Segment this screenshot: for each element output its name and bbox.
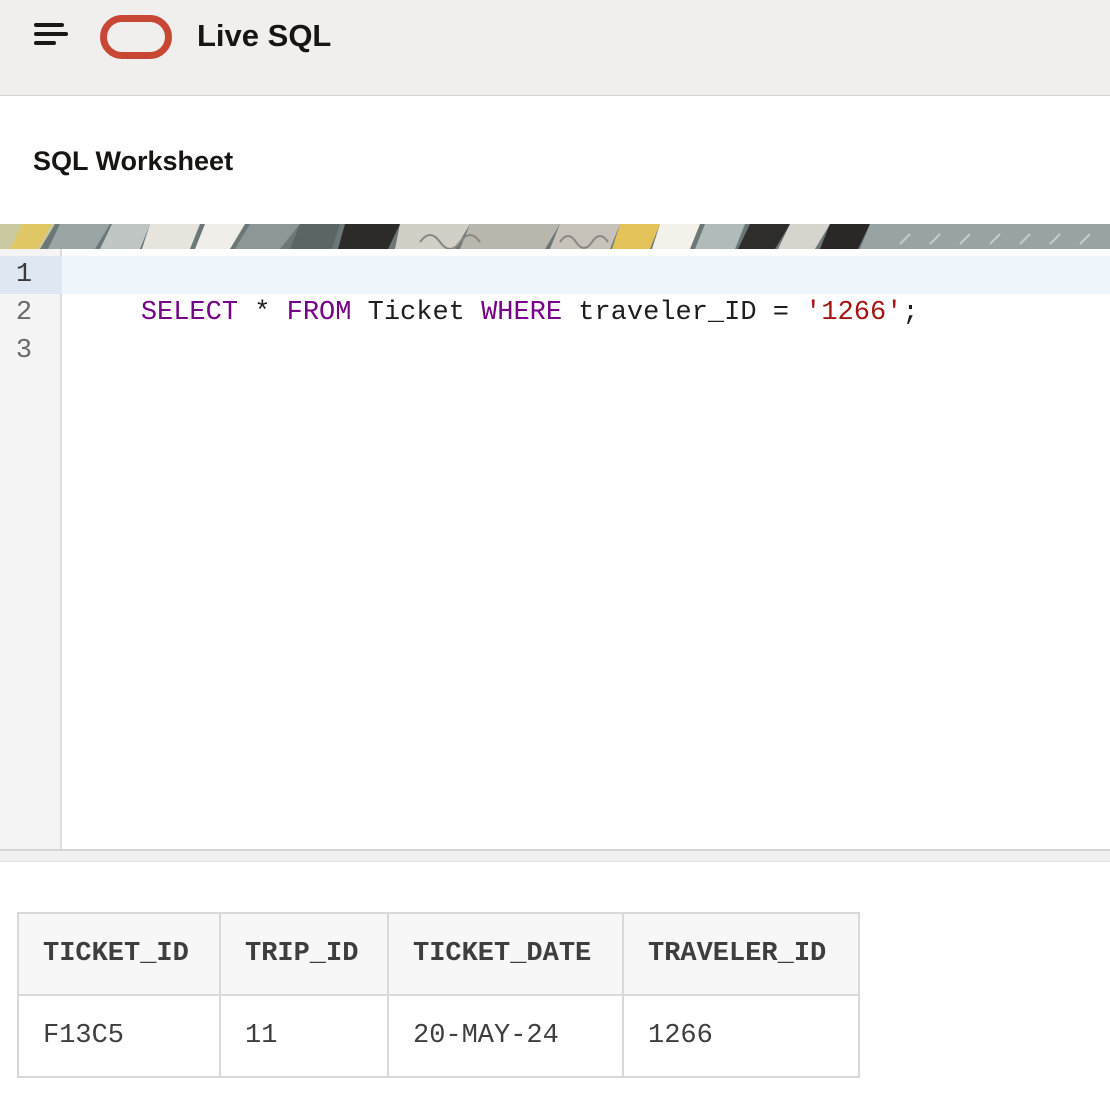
decorative-pattern-graphic bbox=[0, 224, 1110, 249]
column-header-traveler-id[interactable]: TRAVELER_ID bbox=[622, 912, 860, 996]
sql-keyword: WHERE bbox=[481, 298, 563, 328]
cell-traveler-id: 1266 bbox=[622, 994, 860, 1078]
sql-text: traveler_ID = bbox=[562, 298, 806, 328]
line-number-1: 1 bbox=[0, 256, 62, 294]
table-row: F13C5 11 20-MAY-24 1266 bbox=[17, 994, 860, 1078]
sql-editor[interactable]: 1 2 3 SELECT * FROM Ticket WHERE travele… bbox=[0, 249, 1110, 849]
table-header-row: TICKET_ID TRIP_ID TICKET_DATE TRAVELER_I… bbox=[17, 912, 860, 996]
sql-string-literal: '1266' bbox=[805, 298, 903, 328]
cell-ticket-id: F13C5 bbox=[17, 994, 221, 1078]
line-number-3: 3 bbox=[15, 336, 33, 366]
sql-text: Ticket bbox=[351, 298, 482, 328]
sql-text: ; bbox=[902, 298, 919, 328]
top-header-bar: Live SQL bbox=[0, 0, 1110, 96]
column-header-ticket-date[interactable]: TICKET_DATE bbox=[387, 912, 624, 996]
cell-trip-id: 11 bbox=[219, 994, 389, 1078]
sql-keyword: SELECT bbox=[140, 298, 239, 328]
app-title: Live SQL bbox=[197, 18, 332, 53]
worksheet-title: SQL Worksheet bbox=[33, 146, 234, 176]
line-number-gutter: 1 2 3 bbox=[0, 249, 62, 849]
cell-ticket-date: 20-MAY-24 bbox=[387, 994, 624, 1078]
column-header-trip-id[interactable]: TRIP_ID bbox=[219, 912, 389, 996]
column-header-ticket-id[interactable]: TICKET_ID bbox=[17, 912, 221, 996]
editor-results-splitter[interactable] bbox=[0, 849, 1110, 862]
sql-text: * bbox=[238, 298, 287, 328]
results-table: TICKET_ID TRIP_ID TICKET_DATE TRAVELER_I… bbox=[17, 912, 860, 1078]
hamburger-menu-icon[interactable] bbox=[30, 20, 70, 52]
oracle-logo-icon[interactable] bbox=[100, 15, 172, 59]
line-number-2: 2 bbox=[15, 298, 33, 328]
code-line-1[interactable]: SELECT * FROM Ticket WHERE traveler_ID =… bbox=[76, 256, 919, 370]
decorative-banner bbox=[0, 224, 1110, 249]
sql-keyword: FROM bbox=[286, 298, 352, 328]
